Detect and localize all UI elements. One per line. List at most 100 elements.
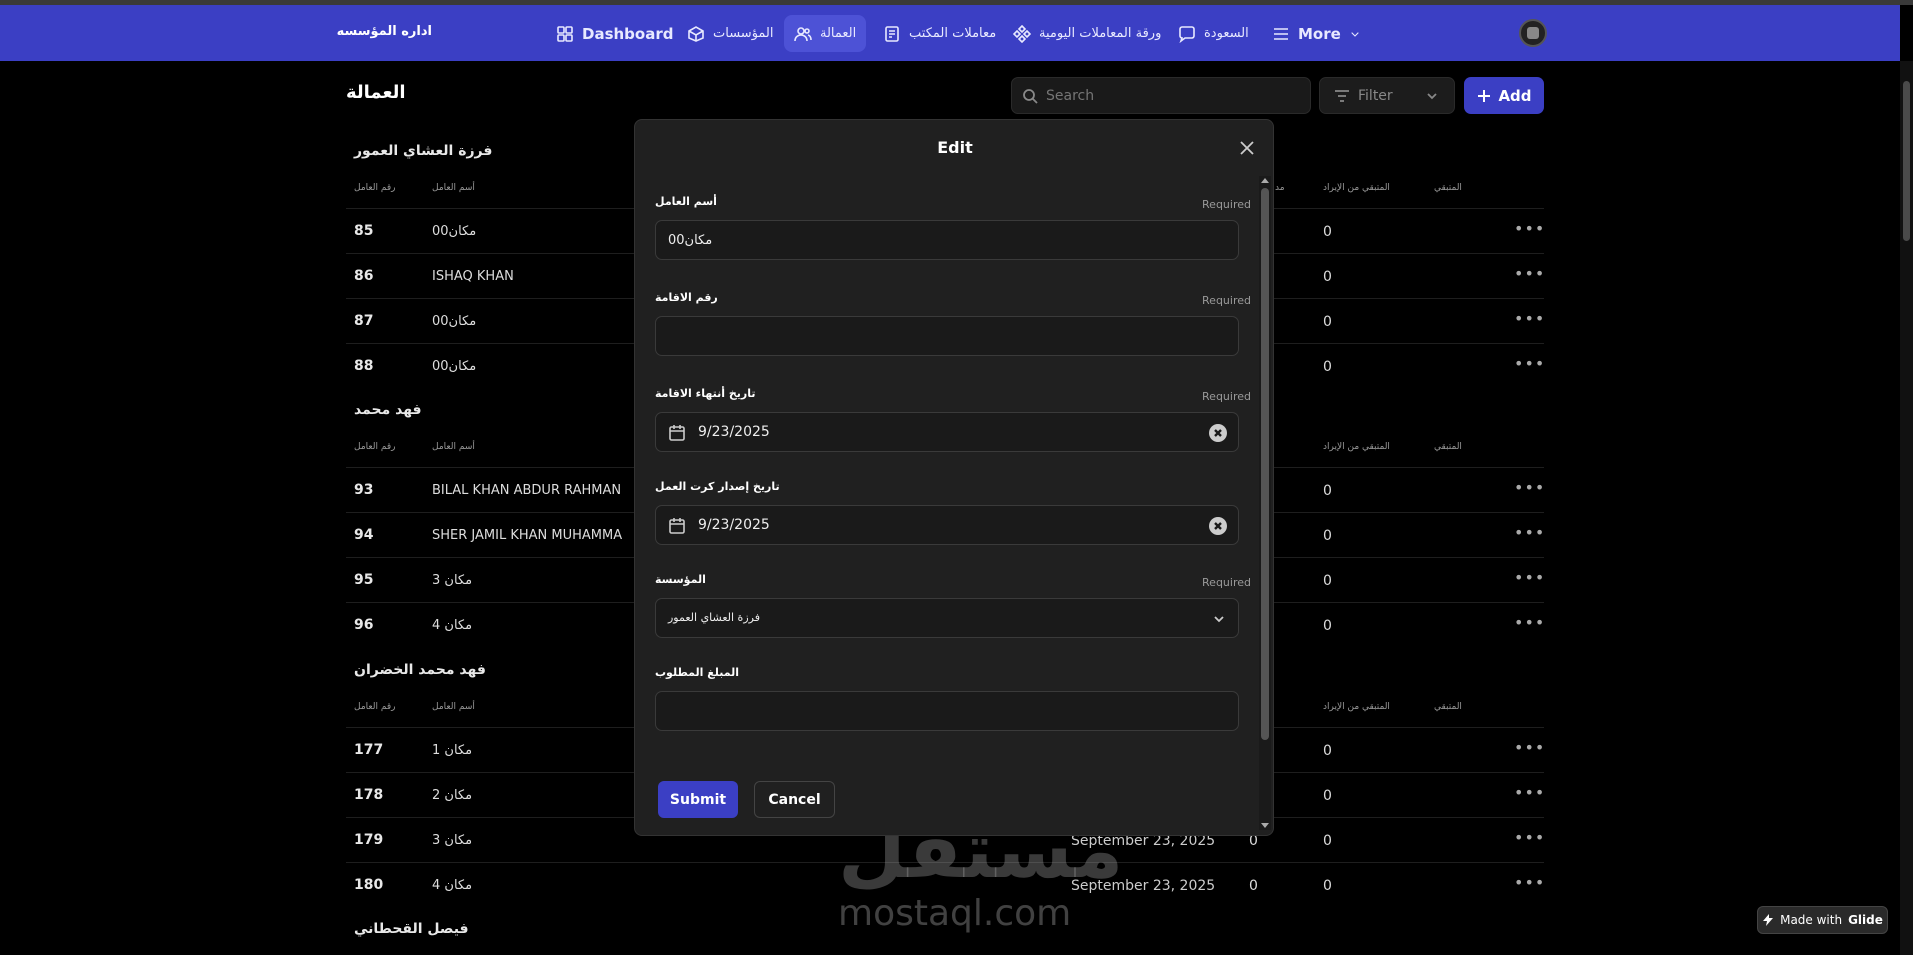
column-header-name: أسم العامل — [432, 702, 475, 712]
filter-button[interactable]: Filter — [1319, 77, 1455, 114]
worker-number: 88 — [354, 358, 374, 374]
row-menu-icon[interactable]: ••• — [1514, 828, 1545, 847]
row-menu-icon[interactable]: ••• — [1514, 873, 1545, 892]
field-label-residence-expiry: تاريخ أنتهاء الاقامة — [655, 387, 756, 400]
worker-name: مكان 1 — [432, 743, 473, 758]
worker-number: 177 — [354, 742, 384, 758]
nav-item-institutions[interactable]: المؤسسات — [677, 15, 784, 52]
page-scrollbar-thumb[interactable] — [1903, 81, 1910, 241]
document-icon — [885, 25, 899, 42]
search-box[interactable] — [1011, 77, 1311, 114]
chevron-down-icon — [1351, 31, 1359, 37]
chevron-down-icon — [1427, 92, 1437, 99]
menu-icon — [1274, 27, 1288, 40]
group-title: فرزة العشاي العمور — [354, 143, 493, 159]
remaining-income-value: 0 — [1323, 618, 1332, 634]
selected-value: فرزة العشاي العمور — [668, 611, 760, 624]
required-label: Required — [1202, 390, 1251, 403]
column-header-remaining-income: المتبقي من الإيراد — [1323, 702, 1390, 712]
remaining-income-value: 0 — [1323, 878, 1332, 894]
page-title: العمالة — [346, 82, 406, 103]
nav-item-label: Dashboard — [582, 24, 674, 43]
submit-button[interactable]: Submit — [658, 781, 738, 818]
search-icon — [1023, 88, 1038, 104]
dialog-title: Edit — [937, 138, 973, 157]
search-input[interactable] — [1046, 87, 1286, 104]
dialog-scrollbar-thumb[interactable] — [1261, 188, 1269, 740]
row-menu-icon[interactable]: ••• — [1514, 738, 1545, 757]
nav-item-office-transactions[interactable]: معاملات المكتب — [873, 15, 1006, 52]
field-label-worker-name: أسم العامل — [655, 195, 717, 208]
nav-item-saudization[interactable]: السعودة — [1168, 15, 1259, 52]
add-button[interactable]: Add — [1464, 77, 1544, 114]
filter-icon — [1335, 89, 1349, 102]
row-menu-icon[interactable]: ••• — [1514, 264, 1545, 283]
column-header-remaining: المتبقي — [1434, 702, 1462, 712]
worker-name: ISHAQ KHAN — [432, 269, 514, 284]
remaining-income-value: 0 — [1323, 788, 1332, 804]
group-title: فهد محمد الخضران — [354, 662, 486, 678]
field-label-work-card-issue: تاريخ إصدار كرت العمل — [655, 480, 780, 493]
nav-item-daily-sheet[interactable]: ورقة المعاملات اليومية — [1003, 15, 1171, 52]
worker-name: مكان 2 — [432, 788, 473, 803]
scroll-down-arrow-icon[interactable] — [1261, 823, 1269, 828]
row-menu-icon[interactable]: ••• — [1514, 354, 1545, 373]
row-menu-icon[interactable]: ••• — [1514, 613, 1545, 632]
column-header-number: رقم العامل — [354, 183, 396, 193]
amount-due-input[interactable] — [656, 692, 1238, 730]
clear-date-button[interactable] — [1209, 424, 1227, 442]
scroll-up-arrow-icon[interactable] — [1261, 178, 1269, 183]
page-scrollbar[interactable] — [1900, 61, 1913, 955]
work-card-issue-date-field[interactable]: 9/23/2025 — [655, 505, 1239, 545]
nav-item-workers[interactable]: العمالة — [784, 15, 867, 52]
worker-number: 178 — [354, 787, 384, 803]
add-label: Add — [1498, 86, 1532, 105]
group-title: فيصل القحطاني — [354, 921, 469, 937]
clear-date-button[interactable] — [1209, 517, 1227, 535]
remaining-income-value: 0 — [1323, 314, 1332, 330]
filter-label: Filter — [1358, 87, 1393, 104]
top-navigation-bar: اداره المؤسسه Dashboard المؤسسات العمالة… — [0, 5, 1900, 61]
residence-expiry-date-field[interactable]: 9/23/2025 — [655, 412, 1239, 452]
required-label: Required — [1202, 576, 1251, 589]
diamond-grid-icon — [1013, 24, 1031, 43]
app-brand[interactable]: اداره المؤسسه — [337, 24, 432, 39]
cancel-button[interactable]: Cancel — [754, 781, 835, 818]
nav-item-label: السعودة — [1204, 26, 1249, 41]
row-menu-icon[interactable]: ••• — [1514, 783, 1545, 802]
worker-name-input[interactable] — [656, 221, 1238, 259]
worker-name: مكان 3 — [432, 573, 473, 588]
required-label: Required — [1202, 198, 1251, 211]
close-icon — [1240, 141, 1254, 155]
remaining-income-value: 0 — [1323, 359, 1332, 375]
lightning-icon — [1763, 914, 1774, 926]
institution-select[interactable]: فرزة العشاي العمور — [655, 598, 1239, 638]
residence-number-input[interactable] — [656, 317, 1238, 355]
row-menu-icon[interactable]: ••• — [1514, 568, 1545, 587]
glide-prefix: Made with — [1780, 913, 1843, 927]
worker-name-field[interactable] — [655, 220, 1239, 260]
nav-item-label: المؤسسات — [713, 26, 774, 41]
dialog-scrollbar[interactable] — [1259, 176, 1271, 830]
row-menu-icon[interactable]: ••• — [1514, 219, 1545, 238]
cut-value: 0 — [1249, 878, 1258, 894]
amount-due-field[interactable] — [655, 691, 1239, 731]
row-menu-icon[interactable]: ••• — [1514, 478, 1545, 497]
field-label-amount-due: المبلغ المطلوب — [655, 666, 740, 679]
worker-number: 93 — [354, 482, 374, 498]
worker-number: 87 — [354, 313, 374, 329]
row-menu-icon[interactable]: ••• — [1514, 309, 1545, 328]
column-header-cut: مد — [1275, 183, 1285, 193]
nav-item-dashboard[interactable]: Dashboard — [546, 15, 683, 52]
made-with-glide-badge[interactable]: Made with Glide — [1757, 906, 1888, 934]
close-button[interactable] — [1237, 138, 1257, 158]
glide-brand: Glide — [1848, 913, 1883, 927]
calendar-icon — [668, 517, 686, 535]
column-header-remaining: المتبقي — [1434, 442, 1462, 452]
nav-item-more[interactable]: More — [1262, 15, 1371, 52]
row-menu-icon[interactable]: ••• — [1514, 523, 1545, 542]
residence-number-field[interactable] — [655, 316, 1239, 356]
field-label-institution: المؤسسة — [655, 573, 706, 586]
worker-name: مكان 4 — [432, 618, 473, 633]
user-avatar[interactable] — [1519, 19, 1547, 47]
